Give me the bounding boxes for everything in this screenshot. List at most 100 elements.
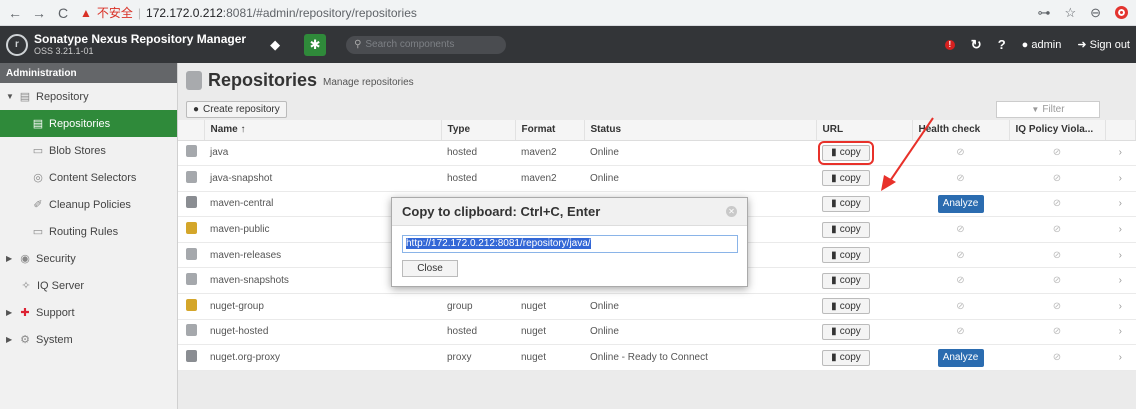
dialog-header: Copy to clipboard: Ctrl+C, Enter ✕: [392, 198, 747, 226]
copy-url-button[interactable]: ▮ copy: [818, 140, 874, 165]
not-available-icon: ⊘: [1052, 275, 1062, 287]
reload-icon[interactable]: C: [56, 5, 70, 21]
main-content: Repositories Manage repositories ● Creat…: [178, 63, 1136, 409]
repo-format: maven2: [515, 165, 584, 192]
not-available-icon: ⊘: [1052, 300, 1062, 312]
copy-url-button[interactable]: ▮ copy: [822, 323, 870, 340]
search-input[interactable]: ⚲ Search components: [346, 35, 507, 54]
not-available-icon: ⊘: [1052, 147, 1062, 159]
sidebar-item-content-selectors[interactable]: ◎ Content Selectors: [0, 164, 177, 191]
forward-icon[interactable]: →: [32, 5, 46, 21]
url-cell: ▮ copy: [816, 165, 912, 192]
sidebar-item-cleanup-policies[interactable]: ✐ Cleanup Policies: [0, 191, 177, 218]
brand-name: Sonatype Nexus Repository Manager: [34, 31, 247, 46]
copy-url-button[interactable]: ▮ copy: [822, 247, 870, 264]
browse-icon[interactable]: ◆: [264, 34, 286, 56]
filter-input[interactable]: ▼ Filter: [996, 100, 1100, 118]
sidebar-item-iq-server[interactable]: ✧ IQ Server: [0, 272, 177, 299]
row-arrow-icon[interactable]: ›: [1105, 319, 1136, 346]
address-bar[interactable]: ▲ 不安全 | 172.172.0.212:8081/#admin/reposi…: [80, 4, 417, 21]
copy-icon: ▮: [831, 326, 837, 338]
iq-server-icon: ✧: [21, 280, 31, 292]
sidebar-item-blob-stores[interactable]: ▭ Blob Stores: [0, 137, 177, 164]
copy-label: copy: [839, 172, 861, 184]
row-arrow-icon[interactable]: ›: [1105, 242, 1136, 269]
sidebar-item-routing-rules[interactable]: ▭ Routing Rules: [0, 218, 177, 245]
column-header-type[interactable]: Type: [441, 120, 516, 141]
column-header-iq-policy[interactable]: IQ Policy Viola...: [1009, 120, 1106, 141]
repository-url-field[interactable]: http://172.172.0.212:8081/repository/jav…: [402, 235, 738, 253]
iq-policy-cell: ⊘: [1009, 216, 1105, 243]
repo-status: Online - Ready to Connect: [584, 344, 816, 371]
caret-right-icon: ▶: [6, 335, 13, 344]
table-row[interactable]: nuget-group group nuget Online ▮ copy ⊘ ⊘ ›: [178, 293, 1136, 320]
copy-url-button[interactable]: ▮ copy: [822, 170, 870, 187]
repository-type-icon: [185, 350, 197, 363]
row-arrow-icon[interactable]: ›: [1105, 165, 1136, 192]
alert-icon[interactable]: !: [944, 39, 955, 50]
filter-icon: ▼: [1031, 104, 1040, 114]
refresh-icon[interactable]: ↻: [971, 37, 982, 53]
sidebar-item-repositories[interactable]: ▤ Repositories: [0, 110, 177, 137]
row-arrow-icon[interactable]: ›: [1105, 293, 1136, 320]
admin-gear-icon[interactable]: ✱: [304, 33, 327, 56]
search-placeholder: Search components: [365, 39, 455, 50]
system-gear-icon: ⚙: [20, 334, 30, 346]
database-icon: [186, 71, 202, 90]
sidebar-item-system[interactable]: ▶ ⚙ System: [0, 326, 177, 353]
column-header-name[interactable]: Name ↑: [204, 120, 442, 141]
row-type-cell: [178, 319, 204, 346]
repo-type: hosted: [441, 319, 515, 346]
create-repository-button[interactable]: ● Create repository: [186, 100, 287, 118]
column-header-status[interactable]: Status: [584, 120, 817, 141]
selected-url-text: http://172.172.0.212:8081/repository/jav…: [406, 238, 591, 249]
table-row[interactable]: java-snapshot hosted maven2 Online ▮ copy ⊘ ⊘ ›: [178, 165, 1136, 192]
key-icon[interactable]: ⊶: [1037, 5, 1050, 21]
column-header-format[interactable]: Format: [515, 120, 585, 141]
analyze-button[interactable]: Analyze: [937, 348, 984, 367]
url-host: 172.172.0.212: [146, 5, 223, 20]
copy-label: copy: [839, 326, 861, 338]
user-menu[interactable]: ● admin: [1022, 39, 1062, 51]
browser-menu-icon[interactable]: [1115, 6, 1128, 19]
star-icon[interactable]: ☆: [1064, 5, 1076, 21]
row-arrow-icon[interactable]: ›: [1105, 267, 1136, 295]
repository-icon: ▤: [19, 91, 31, 103]
copy-url-button[interactable]: ▮ copy: [822, 298, 870, 315]
copy-url-button[interactable]: ▮ copy: [822, 349, 870, 366]
sidebar-item-repository[interactable]: ▼ ▤ Repository: [0, 83, 177, 110]
help-icon[interactable]: ?: [998, 37, 1006, 52]
signout-icon: ➜: [1077, 39, 1087, 51]
health-check-cell: ⊘: [912, 319, 1009, 346]
copy-url-button[interactable]: ▮ copy: [822, 195, 870, 212]
table-row[interactable]: java hosted maven2 Online ▮ copy ⊘ ⊘ ›: [178, 140, 1136, 167]
copy-url-button[interactable]: ▮ copy: [822, 272, 870, 289]
nexus-logo-icon[interactable]: r: [6, 33, 28, 56]
table-row[interactable]: nuget.org-proxy proxy nuget Online - Ready …: [178, 344, 1136, 371]
column-header-url[interactable]: URL: [816, 120, 913, 141]
sidebar-item-security[interactable]: ▶ ◉ Security: [0, 245, 177, 272]
row-arrow-icon[interactable]: ›: [1105, 140, 1136, 167]
column-header-health-check[interactable]: Health check: [912, 120, 1010, 141]
copy-icon: ▮: [831, 300, 837, 312]
close-button[interactable]: Close: [402, 260, 458, 277]
row-arrow-icon[interactable]: ›: [1105, 216, 1136, 243]
analyze-button[interactable]: Analyze: [937, 194, 984, 213]
sidebar-item-support[interactable]: ▶ ✚ Support: [0, 299, 177, 326]
table-row[interactable]: nuget-hosted hosted nuget Online ▮ copy ⊘ ⊘ ›: [178, 319, 1136, 346]
not-available-icon: ⊘: [1052, 249, 1062, 261]
copy-url-button[interactable]: ▮ copy: [822, 221, 870, 238]
user-icon: ●: [1021, 38, 1029, 51]
page-subtitle: Manage repositories: [323, 77, 414, 88]
insecure-label: 不安全: [96, 6, 133, 20]
sidebar-item-label: Blob Stores: [49, 144, 106, 157]
back-icon[interactable]: ←: [8, 5, 22, 21]
close-icon[interactable]: ✕: [726, 206, 737, 217]
row-arrow-icon[interactable]: ›: [1105, 191, 1136, 218]
username: admin: [1031, 38, 1062, 51]
repository-type-icon: [185, 324, 197, 337]
row-arrow-icon[interactable]: ›: [1105, 344, 1136, 371]
account-icon[interactable]: ⊖: [1090, 5, 1101, 21]
signout-button[interactable]: ➜ Sign out: [1077, 38, 1130, 51]
row-type-cell: [178, 267, 204, 295]
